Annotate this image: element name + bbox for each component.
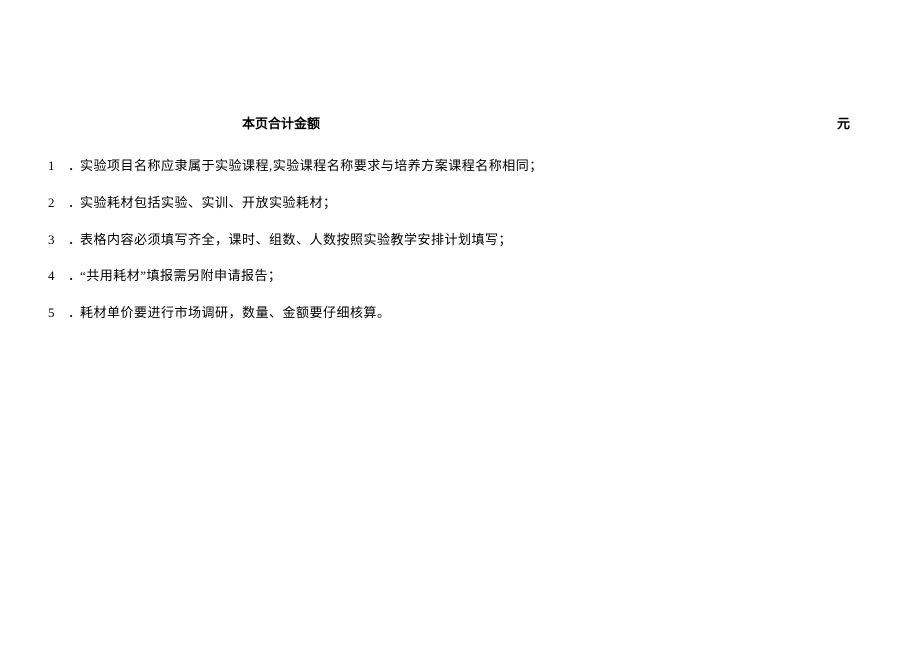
notes-list: 1 ． 实验项目名称应隶属于实验课程,实验课程名称要求与培养方案课程名称相同； … — [0, 132, 920, 324]
note-text: 实验耗材包括实验、实训、开放实验耗材； — [80, 193, 337, 214]
note-text: 表格内容必须填写齐全，课时、组数、人数按照实验教学安排计划填写； — [80, 230, 512, 251]
note-dot: ． — [68, 266, 80, 287]
note-item: 4 ． “共用耗材”填报需另附申请报告； — [48, 266, 872, 287]
note-dot: ． — [68, 303, 80, 324]
note-item: 1 ． 实验项目名称应隶属于实验课程,实验课程名称要求与培养方案课程名称相同； — [48, 156, 872, 177]
note-text: 实验项目名称应隶属于实验课程,实验课程名称要求与培养方案课程名称相同； — [80, 156, 543, 177]
note-dot: ． — [68, 230, 80, 251]
header-unit: 元 — [837, 113, 858, 132]
note-number: 5 — [48, 303, 68, 324]
note-dot: ． — [68, 156, 80, 177]
header-title: 本页合计金额 — [242, 113, 320, 132]
note-number: 2 — [48, 193, 68, 214]
header-row: 本页合计金额 元 — [0, 0, 920, 132]
note-text: 耗材单价要进行市场调研，数量、金额要仔细核算。 — [80, 303, 391, 324]
note-number: 4 — [48, 266, 68, 287]
note-item: 3 ． 表格内容必须填写齐全，课时、组数、人数按照实验教学安排计划填写； — [48, 230, 872, 251]
note-item: 5 ． 耗材单价要进行市场调研，数量、金额要仔细核算。 — [48, 303, 872, 324]
note-number: 1 — [48, 156, 68, 177]
note-item: 2 ． 实验耗材包括实验、实训、开放实验耗材； — [48, 193, 872, 214]
note-text: “共用耗材”填报需另附申请报告； — [80, 266, 282, 287]
note-number: 3 — [48, 230, 68, 251]
note-dot: ． — [68, 193, 80, 214]
